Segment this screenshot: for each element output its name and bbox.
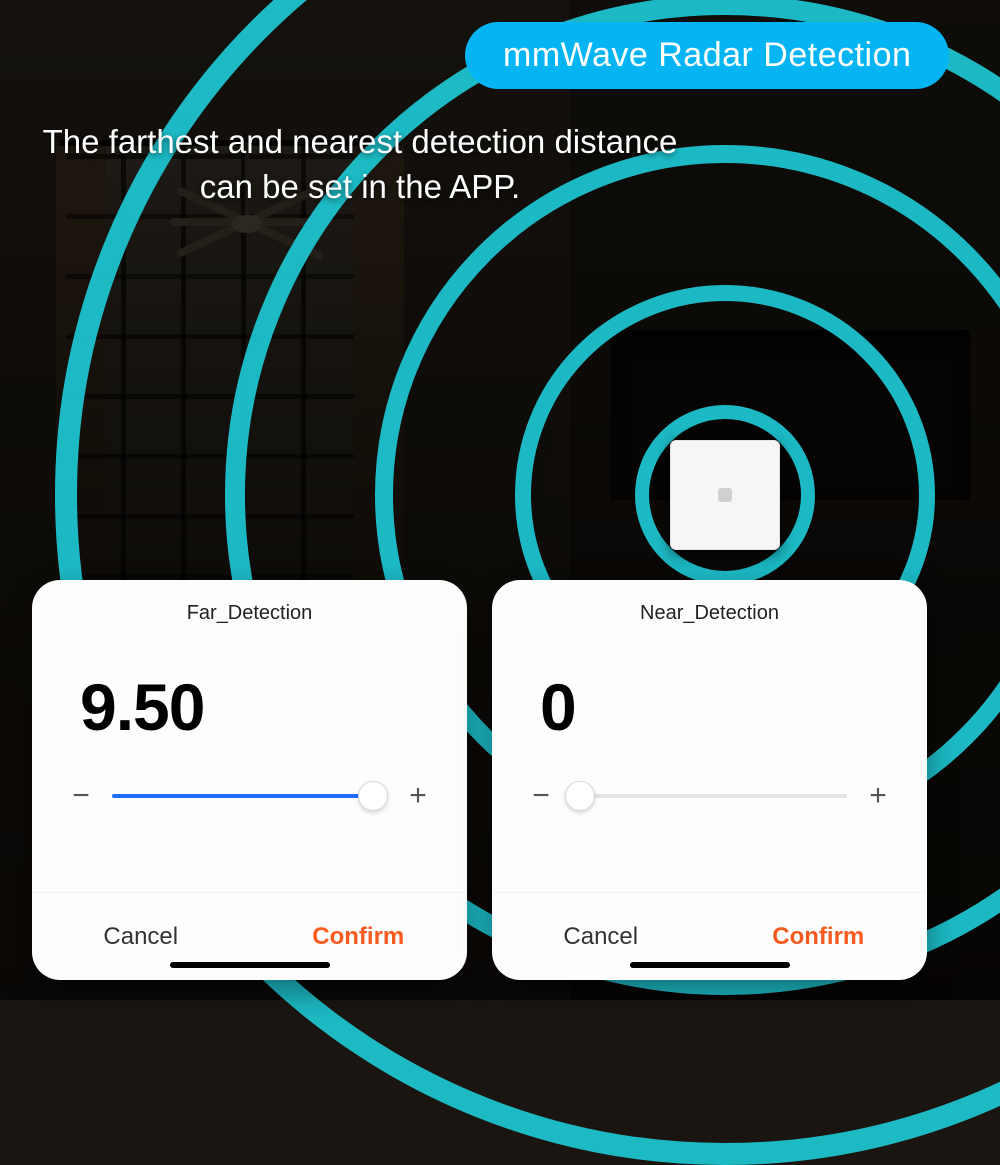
title-badge: mmWave Radar Detection xyxy=(465,22,949,89)
sensor-device xyxy=(670,440,780,550)
home-indicator xyxy=(630,962,790,968)
headline-text: The farthest and nearest detection dista… xyxy=(40,120,680,209)
card-title: Far_Detection xyxy=(32,602,467,625)
sensor-led xyxy=(718,488,732,502)
slider-track[interactable] xyxy=(572,794,847,798)
minus-button[interactable]: − xyxy=(524,779,558,813)
plus-button[interactable]: + xyxy=(401,779,435,813)
minus-button[interactable]: − xyxy=(64,779,98,813)
near-value: 0 xyxy=(540,670,576,744)
slider-fill xyxy=(112,794,373,798)
near-detection-card: Near_Detection 0 − + Cancel Confirm xyxy=(492,580,927,980)
slider-thumb[interactable] xyxy=(358,781,388,811)
plus-button[interactable]: + xyxy=(861,779,895,813)
far-value: 9.50 xyxy=(80,670,204,744)
slider-thumb[interactable] xyxy=(565,781,595,811)
home-indicator xyxy=(170,962,330,968)
card-title: Near_Detection xyxy=(492,602,927,625)
slider-track[interactable] xyxy=(112,794,387,798)
far-detection-card: Far_Detection 9.50 − + Cancel Confirm xyxy=(32,580,467,980)
